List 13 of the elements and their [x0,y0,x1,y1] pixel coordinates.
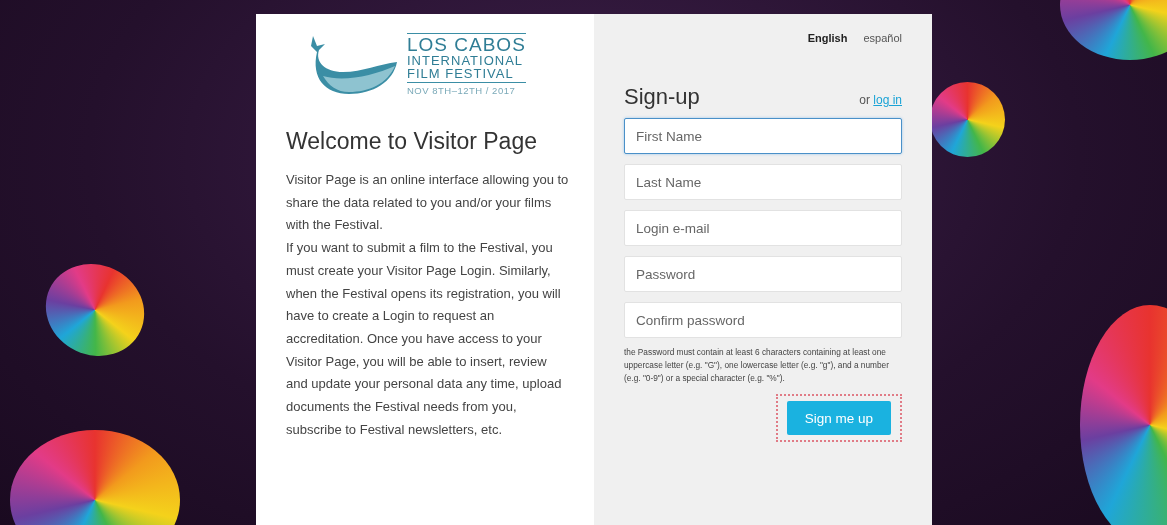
intro-paragraph: Visitor Page is an online interface allowing you to share the data related to you and/or your films with the Festival. [286,171,570,235]
language-link[interactable]: español [863,32,902,44]
logo-text: LOS CABOS [407,35,526,54]
logo-text: FILM FESTIVAL [407,66,515,80]
signup-title: Sign-up [624,84,700,110]
logo-text: INTERNATIONAL [407,53,525,67]
intro-paragraph: If you want to submit a film to the Festival, you must create your Visitor Page Login. Similarly, when the Festival opens its registration, you will have to create a Login to request an accreditation. Once you have access to your Visitor Page, you will be able to insert, review and update your personal data any time, upload documents the Festival needs from you, subscribe to Festival newsletters, etc. [286,239,563,439]
welcome-title: Welcome to Visitor Page [286,128,537,155]
input-field[interactable]: First Name [624,118,902,154]
or-text: or [859,93,870,107]
language-link[interactable]: English [807,32,848,44]
logo-dates: NOV 8TH–12TH / 2017 [407,81,526,96]
password-hint: the Password must contain at least 6 characters containing at least one uppercase letter (e.g. "G"), one lowercase letter (e.g. "g"), and a number (e.g. "0-9") or a special character (e.g. "%"). [624,346,890,385]
